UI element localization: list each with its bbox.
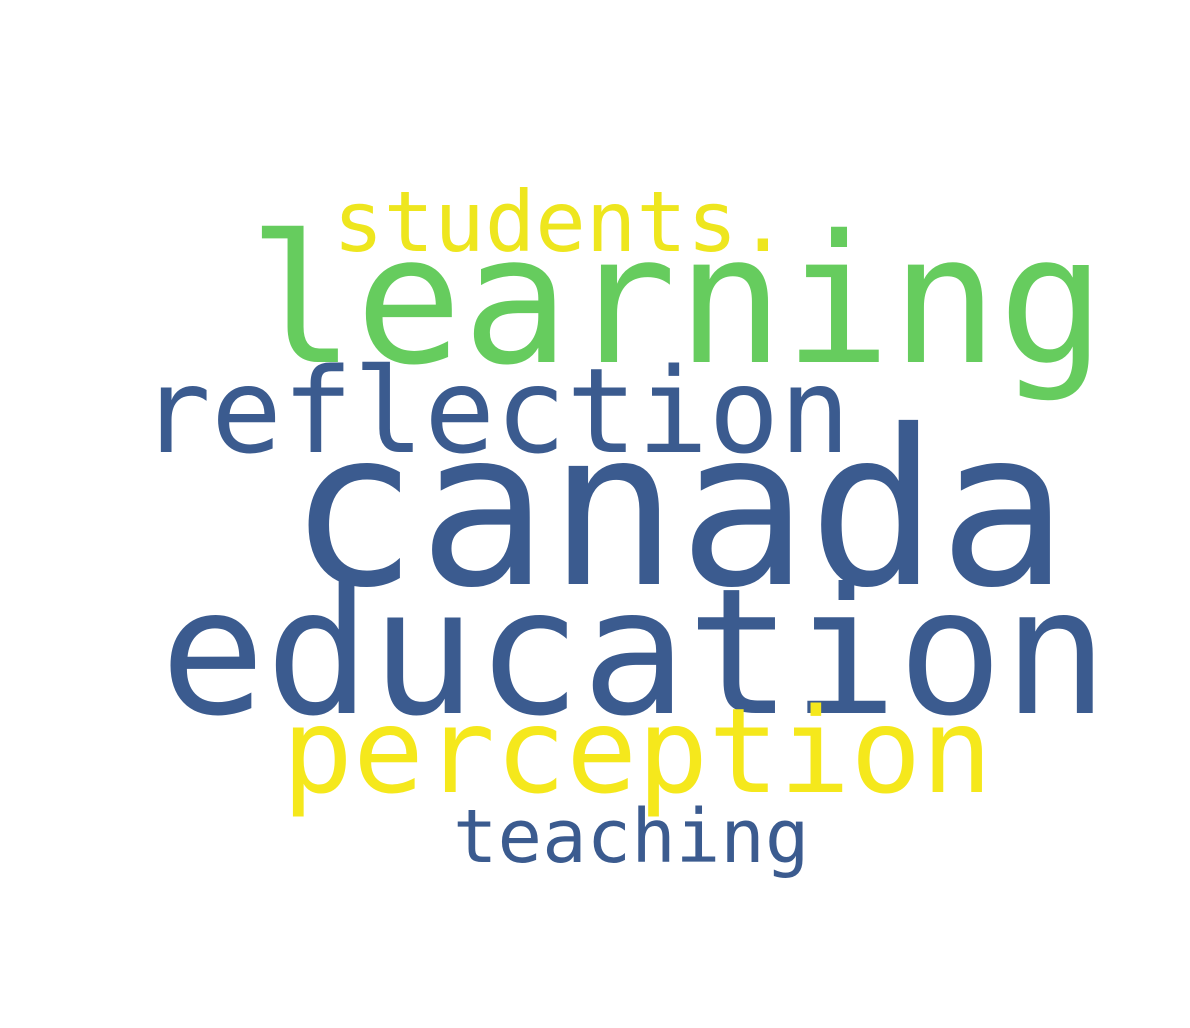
word-teaching: teaching bbox=[453, 794, 810, 880]
word-cloud: canada education learning reflection per… bbox=[0, 0, 1190, 1028]
word-perception: perception bbox=[282, 682, 993, 820]
word-reflection: reflection bbox=[140, 342, 851, 480]
word-students: students. bbox=[333, 173, 789, 271]
